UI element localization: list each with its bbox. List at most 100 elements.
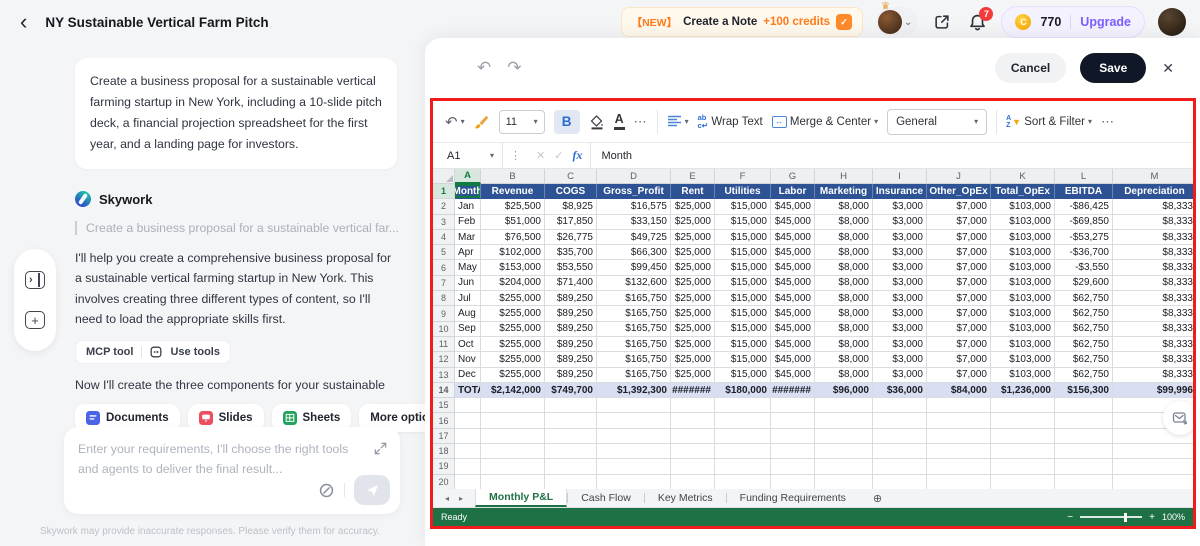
cell-I3[interactable]: $3,000 — [873, 214, 927, 230]
cell-E7[interactable]: $25,000 — [671, 275, 715, 292]
cell-A12[interactable]: Nov — [455, 352, 481, 368]
redo-icon[interactable]: ↷ — [507, 58, 521, 78]
cell-I16[interactable] — [873, 413, 927, 429]
cell-H4[interactable]: $8,000 — [815, 229, 873, 246]
back-icon[interactable]: ‹ — [20, 11, 27, 33]
row-header-14[interactable]: 14 — [433, 382, 455, 399]
cell-B10[interactable]: $255,000 — [481, 321, 545, 337]
column-header-M[interactable]: M — [1113, 169, 1193, 184]
cell-L12[interactable]: $62,750 — [1055, 352, 1113, 368]
cell-G9[interactable]: $45,000 — [771, 306, 815, 322]
cell-J7[interactable]: $7,000 — [927, 275, 991, 292]
close-icon[interactable]: ✕ — [1162, 60, 1174, 77]
cell-B20[interactable] — [481, 474, 545, 489]
row-header-7[interactable]: 7 — [433, 275, 455, 292]
cell-F13[interactable]: $15,000 — [715, 367, 771, 383]
cell-D9[interactable]: $165,750 — [597, 306, 671, 322]
cell-K14[interactable]: $1,236,000 — [991, 382, 1055, 399]
cell-H2[interactable]: $8,000 — [815, 199, 873, 215]
cell-C11[interactable]: $89,250 — [545, 336, 597, 353]
cell-D8[interactable]: $165,750 — [597, 291, 671, 307]
cell-B18[interactable] — [481, 444, 545, 460]
bold-button[interactable]: B — [553, 109, 580, 134]
cell-J20[interactable] — [927, 474, 991, 489]
cell-L7[interactable]: $29,600 — [1055, 275, 1113, 292]
cell-D20[interactable] — [597, 474, 671, 489]
cell-G19[interactable] — [771, 459, 815, 475]
cell-K16[interactable] — [991, 413, 1055, 429]
cancel-entry-icon[interactable]: ✕ — [536, 149, 545, 162]
cell-D1[interactable]: Gross_Profit — [597, 184, 671, 200]
cell-L6[interactable]: -$3,550 — [1055, 260, 1113, 276]
cell-L10[interactable]: $62,750 — [1055, 321, 1113, 337]
cell-G15[interactable] — [771, 398, 815, 414]
sheet-tab-cash-flow[interactable]: Cash Flow — [568, 489, 644, 507]
cell-J14[interactable]: $84,000 — [927, 382, 991, 399]
row-header-15[interactable]: 15 — [433, 398, 455, 414]
cell-F3[interactable]: $15,000 — [715, 214, 771, 230]
cell-G7[interactable]: $45,000 — [771, 275, 815, 292]
cell-D16[interactable] — [597, 413, 671, 429]
row-header-18[interactable]: 18 — [433, 444, 455, 460]
cell-F1[interactable]: Utilities — [715, 184, 771, 200]
cell-C8[interactable]: $89,250 — [545, 291, 597, 307]
row-header-11[interactable]: 11 — [433, 336, 455, 353]
cell-G13[interactable]: $45,000 — [771, 367, 815, 383]
cell-K10[interactable]: $103,000 — [991, 321, 1055, 337]
cell-E13[interactable]: $25,000 — [671, 367, 715, 383]
cell-C10[interactable]: $89,250 — [545, 321, 597, 337]
cell-G10[interactable]: $45,000 — [771, 321, 815, 337]
cell-I9[interactable]: $3,000 — [873, 306, 927, 322]
sheet-tab-key-metrics[interactable]: Key Metrics — [645, 489, 726, 507]
column-header-E[interactable]: E — [671, 169, 715, 184]
cell-B16[interactable] — [481, 413, 545, 429]
cell-K1[interactable]: Total_OpEx — [991, 184, 1055, 200]
cell-K11[interactable]: $103,000 — [991, 336, 1055, 353]
cell-C6[interactable]: $53,550 — [545, 260, 597, 276]
row-header-1[interactable]: 1 — [433, 184, 455, 200]
cell-K3[interactable]: $103,000 — [991, 214, 1055, 230]
cell-F4[interactable]: $15,000 — [715, 229, 771, 246]
cell-H15[interactable] — [815, 398, 873, 414]
cell-H13[interactable]: $8,000 — [815, 367, 873, 383]
cell-H20[interactable] — [815, 474, 873, 489]
cell-I20[interactable] — [873, 474, 927, 489]
cell-B17[interactable] — [481, 428, 545, 445]
cell-E8[interactable]: $25,000 — [671, 291, 715, 307]
cell-F19[interactable] — [715, 459, 771, 475]
cell-C20[interactable] — [545, 474, 597, 489]
cell-M5[interactable]: $8,333 — [1113, 245, 1193, 261]
cell-M2[interactable]: $8,333 — [1113, 199, 1193, 215]
cell-F8[interactable]: $15,000 — [715, 291, 771, 307]
cell-H18[interactable] — [815, 444, 873, 460]
cell-E11[interactable]: $25,000 — [671, 336, 715, 353]
row-header-6[interactable]: 6 — [433, 260, 455, 276]
column-header-F[interactable]: F — [715, 169, 771, 184]
cell-E6[interactable]: $25,000 — [671, 260, 715, 276]
cell-A8[interactable]: Jul — [455, 291, 481, 307]
cell-J1[interactable]: Other_OpEx — [927, 184, 991, 200]
cell-L17[interactable] — [1055, 428, 1113, 445]
cell-D17[interactable] — [597, 428, 671, 445]
cell-I10[interactable]: $3,000 — [873, 321, 927, 337]
column-header-B[interactable]: B — [481, 169, 545, 184]
cell-M1[interactable]: Depreciation — [1113, 184, 1193, 200]
cell-I2[interactable]: $3,000 — [873, 199, 927, 215]
cell-A3[interactable]: Feb — [455, 214, 481, 230]
cell-D14[interactable]: $1,392,300 — [597, 382, 671, 399]
save-button[interactable]: Save — [1080, 53, 1147, 83]
sheet-tab-funding-requirements[interactable]: Funding Requirements — [727, 489, 859, 507]
cell-J18[interactable] — [927, 444, 991, 460]
cell-I17[interactable] — [873, 428, 927, 445]
cell-G20[interactable] — [771, 474, 815, 489]
cell-D7[interactable]: $132,600 — [597, 275, 671, 292]
upgrade-button[interactable]: Upgrade — [1080, 15, 1131, 29]
credits-upgrade-pill[interactable]: C 770 Upgrade — [1001, 6, 1145, 38]
cell-K15[interactable] — [991, 398, 1055, 414]
column-header-A[interactable]: A — [455, 169, 481, 184]
cell-J16[interactable] — [927, 413, 991, 429]
cell-A5[interactable]: Apr — [455, 245, 481, 261]
cell-C14[interactable]: $749,700 — [545, 382, 597, 399]
cell-A14[interactable]: TOTAL — [455, 382, 481, 399]
cell-E5[interactable]: $25,000 — [671, 245, 715, 261]
